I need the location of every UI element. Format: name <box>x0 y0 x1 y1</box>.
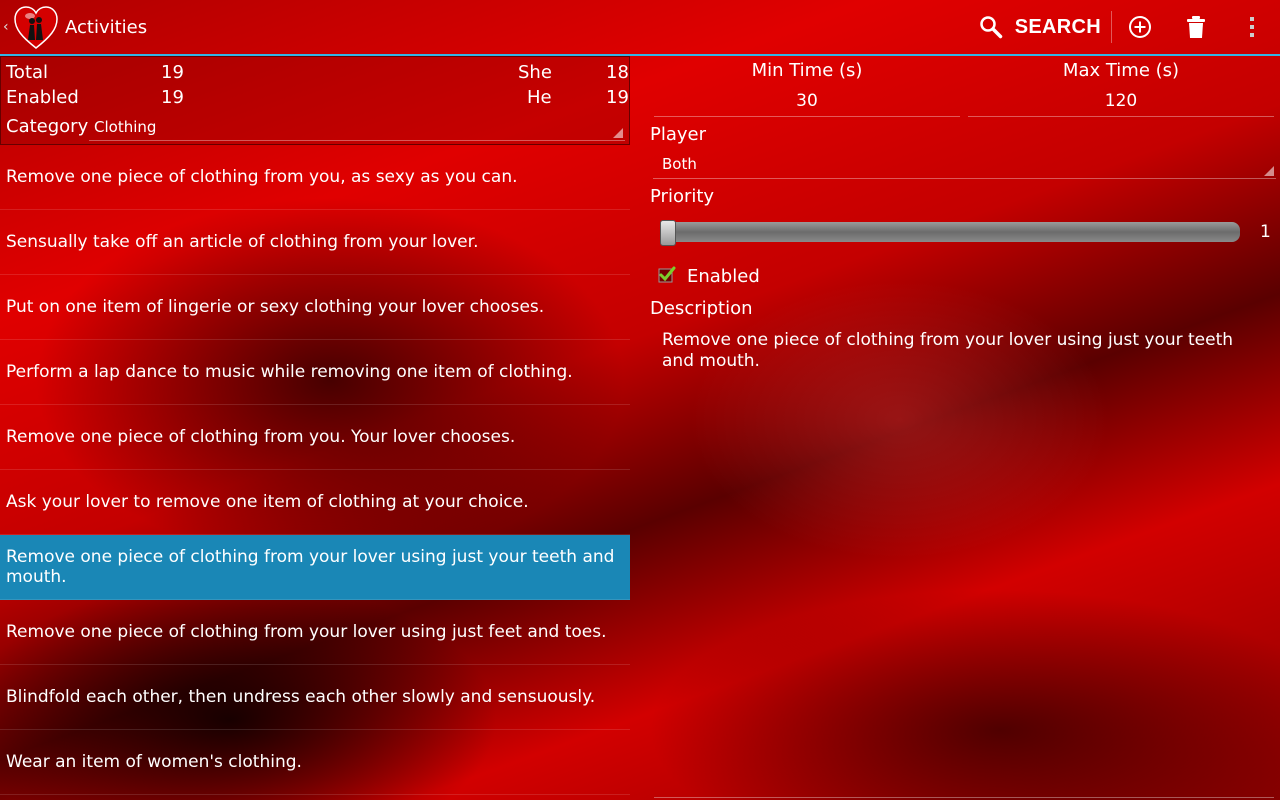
activity-list: Remove one piece of clothing from you, a… <box>0 145 630 795</box>
search-label: SEARCH <box>1014 15 1101 38</box>
min-time-label: Min Time (s) <box>751 60 863 81</box>
description-label: Description <box>650 298 753 319</box>
overflow-menu-button[interactable] <box>1224 0 1280 54</box>
priority-value: 1 <box>1260 222 1271 242</box>
action-buttons: SEARCH <box>979 0 1280 54</box>
max-time-label: Max Time (s) <box>1062 60 1180 81</box>
he-label: He <box>527 87 552 108</box>
enabled-count-value: 19 <box>161 87 184 108</box>
enabled-count-label: Enabled <box>6 87 79 108</box>
player-value: Both <box>662 155 697 173</box>
total-value: 19 <box>161 62 184 83</box>
total-label: Total <box>6 62 49 83</box>
back-caret-icon[interactable]: ‹ <box>3 19 9 35</box>
list-item[interactable]: Ask your lover to remove one item of clo… <box>0 470 630 535</box>
priority-slider-thumb[interactable] <box>660 220 676 246</box>
enabled-checkbox-label: Enabled <box>687 266 760 287</box>
overflow-menu-icon <box>1250 17 1254 37</box>
list-item-text: Remove one piece of clothing from your l… <box>6 622 607 642</box>
max-time-group: Max Time (s) 120 <box>968 56 1274 117</box>
dropdown-arrow-icon <box>613 128 623 138</box>
list-item[interactable]: Remove one piece of clothing from you. Y… <box>0 405 630 470</box>
he-value: 19 <box>606 87 629 108</box>
list-item[interactable]: Remove one piece of clothing from your l… <box>0 535 630 600</box>
list-item-text: Remove one piece of clothing from you, a… <box>6 167 518 187</box>
list-item-text: Wear an item of women's clothing. <box>6 752 302 772</box>
category-dropdown[interactable]: Clothing <box>89 115 625 141</box>
list-item-text: Ask your lover to remove one item of clo… <box>6 492 529 512</box>
list-item[interactable]: Sensually take off an article of clothin… <box>0 210 630 275</box>
list-item-text: Sensually take off an article of clothin… <box>6 232 479 252</box>
priority-label: Priority <box>650 186 715 207</box>
list-item[interactable]: Perform a lap dance to music while remov… <box>0 340 630 405</box>
add-circle-icon <box>1129 16 1151 38</box>
list-item-text: Blindfold each other, then undress each … <box>6 687 596 707</box>
dropdown-arrow-icon <box>1264 166 1274 176</box>
she-label: She <box>518 62 552 83</box>
page-title: Activities <box>65 17 148 38</box>
min-time-group: Min Time (s) 30 <box>654 56 960 117</box>
she-value: 18 <box>606 62 629 83</box>
list-item-text: Put on one item of lingerie or sexy clot… <box>6 297 545 317</box>
category-value: Clothing <box>94 118 157 136</box>
list-item[interactable]: Put on one item of lingerie or sexy clot… <box>0 275 630 340</box>
action-bar: ‹ Activities SEARCH <box>0 0 1280 56</box>
list-item[interactable]: Blindfold each other, then undress each … <box>0 665 630 730</box>
add-button[interactable] <box>1112 0 1168 54</box>
min-time-input[interactable]: 30 <box>654 89 960 117</box>
list-item-text: Perform a lap dance to music while remov… <box>6 362 573 382</box>
player-dropdown[interactable]: Both <box>653 152 1276 179</box>
description-underline <box>654 797 1274 798</box>
delete-button[interactable] <box>1168 0 1224 54</box>
category-label: Category <box>6 116 89 137</box>
priority-slider[interactable] <box>662 222 1240 242</box>
player-label: Player <box>650 124 707 145</box>
trash-icon <box>1187 16 1205 38</box>
heart-couple-icon[interactable] <box>12 4 60 52</box>
list-item[interactable]: Remove one piece of clothing from you, a… <box>0 145 630 210</box>
description-text[interactable]: Remove one piece of clothing from your l… <box>662 330 1252 372</box>
list-item-text: Remove one piece of clothing from your l… <box>6 547 615 587</box>
max-time-input[interactable]: 120 <box>968 89 1274 117</box>
search-button[interactable]: SEARCH <box>979 0 1111 54</box>
enabled-checkbox[interactable] <box>658 266 676 284</box>
search-icon <box>979 16 1002 39</box>
list-item[interactable]: Remove one piece of clothing from your l… <box>0 600 630 665</box>
stats-panel: Total 19 Enabled 19 She 18 He 19 Categor… <box>0 56 630 145</box>
detail-panel: Min Time (s) 30 Max Time (s) 120 Player … <box>650 56 1280 800</box>
list-item[interactable]: Wear an item of women's clothing. <box>0 730 630 795</box>
list-item-text: Remove one piece of clothing from you. Y… <box>6 427 516 447</box>
